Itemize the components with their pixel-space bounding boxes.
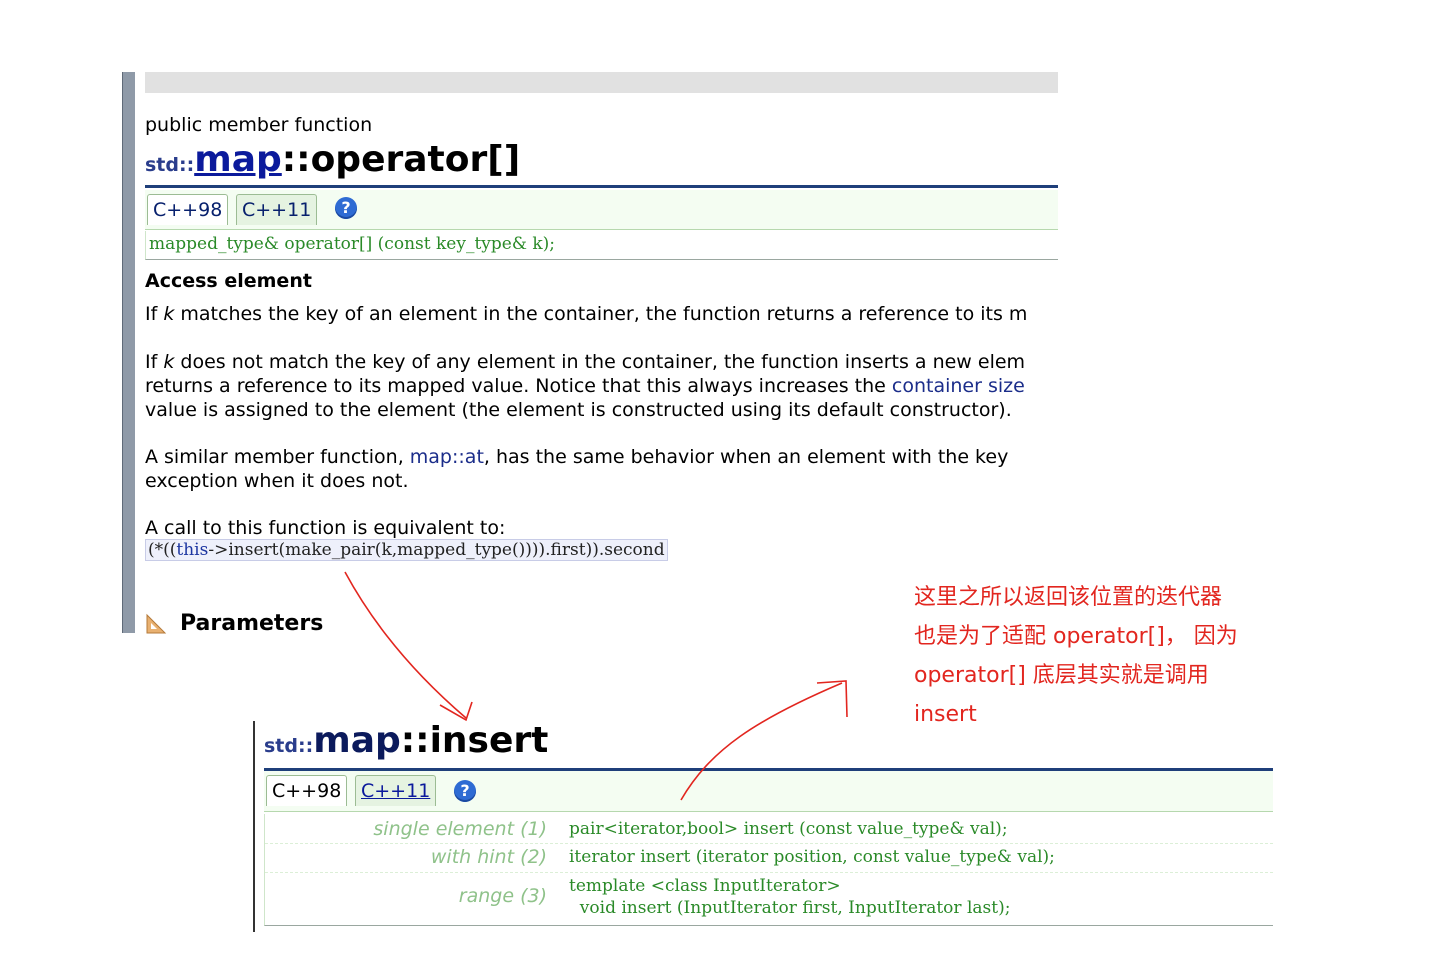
tab-cpp98[interactable]: C++98 <box>147 194 229 225</box>
overload-row: with hint (2) iterator insert (iterator … <box>265 843 1273 873</box>
header-strip <box>145 72 1058 93</box>
help-icon[interactable]: ? <box>454 780 476 802</box>
overload-label: range (3) <box>458 885 547 907</box>
overload-code: iterator insert (iterator position, cons… <box>569 847 1055 867</box>
tab-cpp98[interactable]: C++98 <box>266 775 348 806</box>
annotation-note: 这里之所以返回该位置的迭代器 也是为了适配 operator[]， 因为 ope… <box>914 578 1294 734</box>
description-paragraph-1: If k matches the key of an element in th… <box>145 303 1028 325</box>
member-name: ::operator[] <box>281 139 521 180</box>
standard-tabs: C++98 C++11 ? <box>145 190 1058 230</box>
overload-code: template <class InputIterator> void inse… <box>569 876 1011 918</box>
overload-label: single element (1) <box>373 818 547 840</box>
parameters-heading: Parameters <box>180 611 324 636</box>
description-paragraph-3: A similar member function, map::at, has … <box>145 446 1009 492</box>
overload-table: single element (1) pair<iterator,bool> i… <box>264 814 1273 926</box>
tab-cpp11[interactable]: C++11 <box>355 775 437 806</box>
left-border-bar <box>122 72 135 633</box>
overload-code: pair<iterator,bool> insert (const value_… <box>569 819 1008 839</box>
insert-standard-tabs: C++98 C++11 ? <box>264 771 1273 812</box>
insert-left-border <box>253 721 255 932</box>
map-class-link[interactable]: map <box>194 139 282 180</box>
description-paragraph-2: If k does not match the key of any eleme… <box>145 351 1026 421</box>
member-kind-label: public member function <box>145 114 373 136</box>
ruler-icon <box>146 613 167 634</box>
insert-title: std::map::insert <box>264 720 548 761</box>
namespace-prefix: std:: <box>145 154 195 176</box>
arrow-to-insert <box>344 571 467 719</box>
map-class-name: map <box>313 720 401 761</box>
equivalence-text: A call to this function is equivalent to… <box>145 517 506 539</box>
map-at-link[interactable]: map::at <box>410 446 484 468</box>
title-underline <box>145 185 1058 188</box>
arrow-to-note-head <box>816 680 848 718</box>
annotation-line: operator[] 底层其实就是调用 <box>914 663 1209 688</box>
equivalent-code: (*((this->insert(make_pair(k,mapped_type… <box>145 539 668 561</box>
namespace-prefix: std:: <box>264 735 314 757</box>
help-icon[interactable]: ? <box>335 197 357 219</box>
tab-cpp11[interactable]: C++11 <box>236 194 318 225</box>
section-heading: Access element <box>145 270 312 292</box>
page-title: std::map::operator[] <box>145 139 520 180</box>
member-name: ::insert <box>400 720 549 761</box>
annotation-line: 也是为了适配 operator[]， 因为 <box>914 624 1238 649</box>
function-declaration: mapped_type& operator[] (const key_type&… <box>145 231 1058 260</box>
overload-row: single element (1) pair<iterator,bool> i… <box>265 814 1273 844</box>
annotation-line: insert <box>914 702 977 727</box>
overload-label: with hint (2) <box>430 846 547 868</box>
arrow-to-insert-head <box>439 701 473 722</box>
overload-row: range (3) template <class InputIterator>… <box>265 872 1273 925</box>
annotation-line: 这里之所以返回该位置的迭代器 <box>914 585 1223 610</box>
container-size-link[interactable]: container size <box>892 375 1025 397</box>
